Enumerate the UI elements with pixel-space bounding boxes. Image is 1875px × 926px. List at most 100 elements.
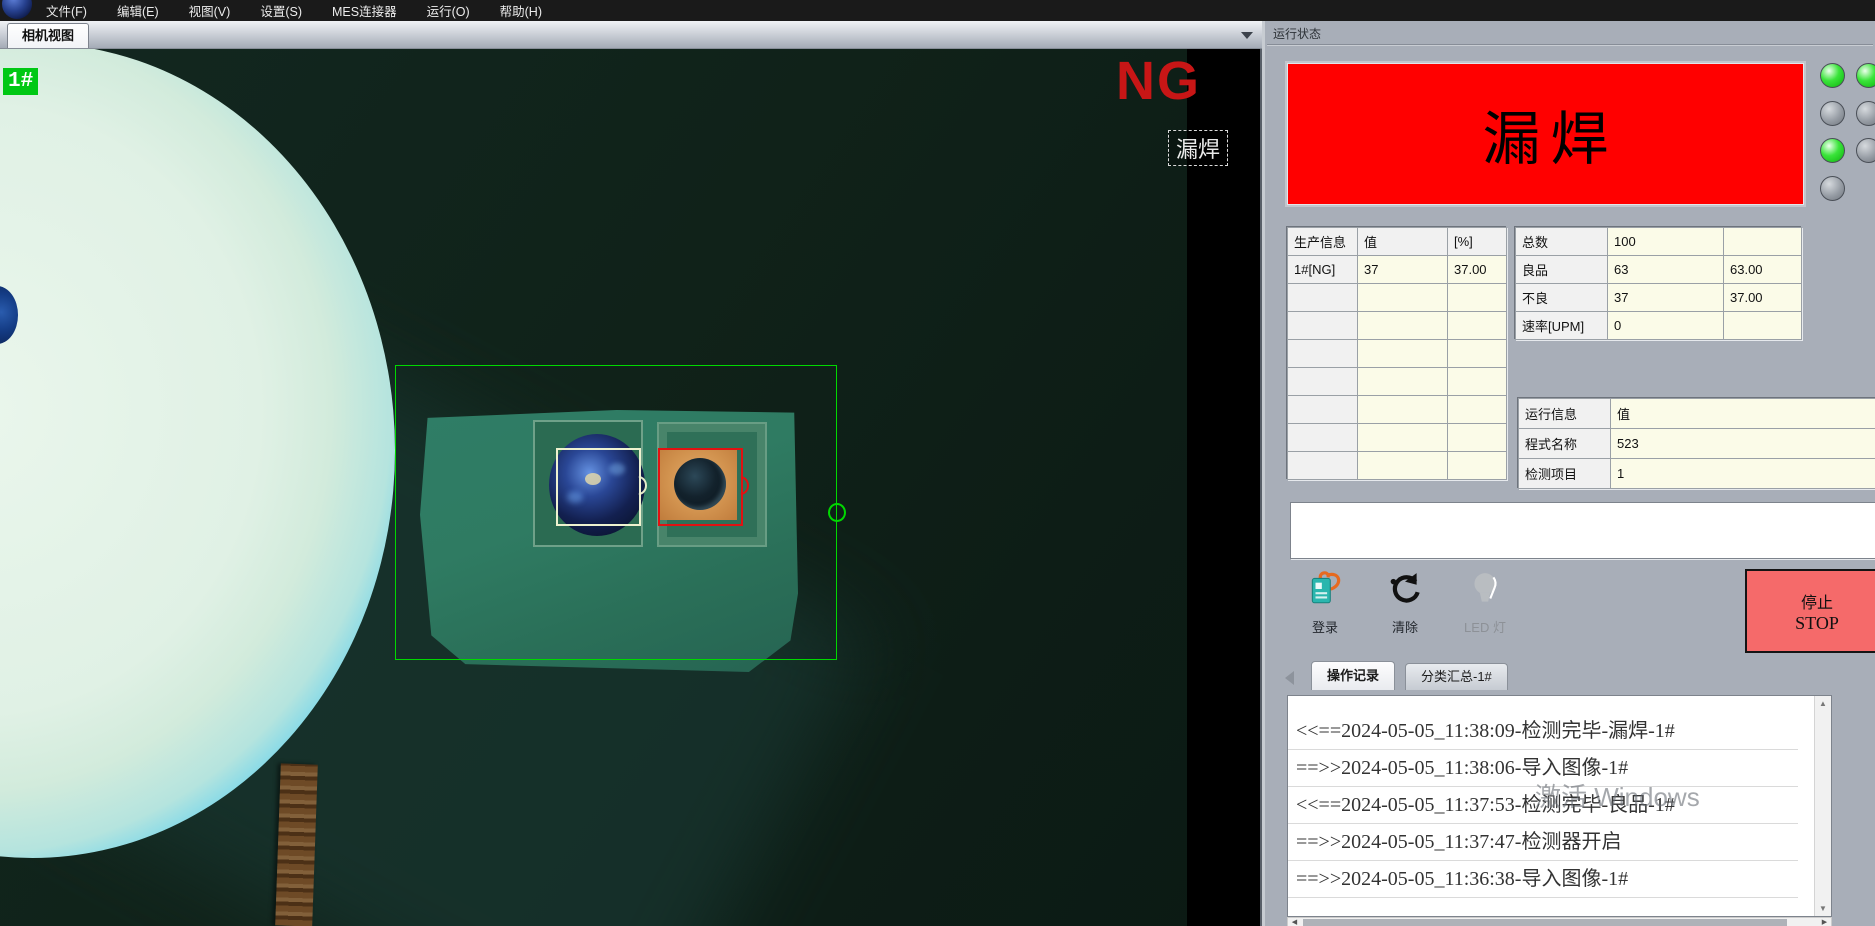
clear-button[interactable]: 清除: [1375, 570, 1435, 636]
login-button[interactable]: 登录: [1295, 570, 1355, 636]
scrollbar-thumb[interactable]: [1303, 919, 1787, 926]
production-table: 生产信息 值 [%] 1#[NG] 37 37.00: [1287, 227, 1507, 480]
menu-help[interactable]: 帮助(H): [500, 1, 542, 20]
led-light-button[interactable]: LED 灯: [1455, 570, 1515, 636]
row-label: [1288, 284, 1358, 312]
stop-label-cn: 停止: [1801, 589, 1833, 613]
led-label: LED 灯: [1455, 617, 1515, 636]
row-label: 速率[UPM]: [1516, 312, 1608, 340]
menu-settings[interactable]: 设置(S): [260, 1, 302, 20]
scroll-left-icon[interactable]: ◀: [1288, 918, 1301, 926]
table-row: 总数 100: [1516, 228, 1802, 256]
cell-percent: [1724, 312, 1802, 340]
table-row: [1288, 368, 1507, 396]
row-label: 总数: [1516, 228, 1608, 256]
table-row: [1288, 452, 1507, 480]
led-indicator: [1856, 101, 1875, 126]
column-header: 运行信息: [1519, 399, 1611, 429]
horizontal-scrollbar[interactable]: ◀ ▶: [1287, 917, 1832, 926]
table-row: [1288, 284, 1507, 312]
carrier-tape-strip: [275, 763, 318, 926]
row-label: [1288, 340, 1358, 368]
stop-button[interactable]: 停止 STOP: [1745, 569, 1875, 653]
tab-class-summary[interactable]: 分类汇总-1#: [1405, 663, 1508, 690]
cell-value: [1358, 340, 1448, 368]
table-row: [1288, 312, 1507, 340]
menu-mes-connector[interactable]: MES连接器: [332, 1, 397, 20]
log-entry: ==>>2024-05-05_11:37:47-检测器开启: [1288, 824, 1798, 861]
vertical-scrollbar[interactable]: ▲ ▼: [1814, 696, 1831, 916]
operation-log-list: <<==2024-05-05_11:38:09-检测完毕-漏焊-1# ==>>2…: [1287, 695, 1832, 917]
panel-title: 运行状态: [1273, 25, 1321, 42]
led-indicator: [1820, 63, 1845, 88]
table-row: [1288, 340, 1507, 368]
stop-label-en: STOP: [1795, 613, 1839, 634]
cell-value: 0: [1608, 312, 1724, 340]
cell-percent: [1448, 396, 1507, 424]
menu-bar: 文件(F) 编辑(E) 视图(V) 设置(S) MES连接器 运行(O) 帮助(…: [0, 0, 1875, 21]
login-badge-icon: [1306, 570, 1344, 608]
led-indicator: [1820, 138, 1845, 163]
scroll-up-icon[interactable]: ▲: [1815, 696, 1831, 711]
chevron-down-icon[interactable]: [1241, 32, 1253, 39]
stats-table: 总数 100 良品 63 63.00 不良 37 37.00 速率[UPM] 0: [1515, 227, 1802, 340]
camera-view: 1# NG 漏焊: [0, 48, 1262, 926]
cell-value: [1358, 424, 1448, 452]
cell-value: [1358, 368, 1448, 396]
cell-value: [1358, 396, 1448, 424]
cell-percent: [1448, 340, 1507, 368]
cell-value: 523: [1611, 429, 1875, 459]
scroll-down-icon[interactable]: ▼: [1815, 901, 1831, 916]
cell-percent: 63.00: [1724, 256, 1802, 284]
led-bulb-icon: [1466, 570, 1504, 608]
row-label: [1288, 396, 1358, 424]
cell-value: [1358, 312, 1448, 340]
login-label: 登录: [1295, 617, 1355, 636]
status-banner-text: 漏焊: [1472, 92, 1618, 176]
camera-index-badge: 1#: [3, 68, 38, 95]
table-row: 检测项目 1: [1519, 459, 1875, 489]
table-row: 1#[NG] 37 37.00: [1288, 256, 1507, 284]
cell-value: 37: [1358, 256, 1448, 284]
menu-file[interactable]: 文件(F): [46, 1, 87, 20]
log-entry: <<==2024-05-05_11:37:53-检测完毕-良品-1#: [1288, 787, 1798, 824]
cell-value: 63: [1608, 256, 1724, 284]
row-label: 1#[NG]: [1288, 256, 1358, 284]
menu-view[interactable]: 视图(V): [189, 1, 231, 20]
cell-percent: [1448, 424, 1507, 452]
scroll-right-icon[interactable]: ▶: [1818, 918, 1831, 926]
table-row: [1288, 424, 1507, 452]
camera-tab-strip: 相机视图: [0, 21, 1262, 49]
column-header: 值: [1358, 228, 1448, 256]
cell-percent: 37.00: [1448, 256, 1507, 284]
led-indicator: [1856, 138, 1875, 163]
cell-percent: [1724, 228, 1802, 256]
defect-label: 漏焊: [1168, 130, 1228, 166]
tab-camera-view[interactable]: 相机视图: [7, 23, 89, 48]
cell-value: [1358, 452, 1448, 480]
menu-edit[interactable]: 编辑(E): [117, 1, 159, 20]
row-label: 不良: [1516, 284, 1608, 312]
log-entry: ==>>2024-05-05_11:36:38-导入图像-1#: [1288, 861, 1798, 898]
tab-operation-log[interactable]: 操作记录: [1311, 661, 1395, 690]
table-row: 良品 63 63.00: [1516, 256, 1802, 284]
row-label: [1288, 312, 1358, 340]
row-label: 良品: [1516, 256, 1608, 284]
cell-value: [1358, 284, 1448, 312]
cell-value: 1: [1611, 459, 1875, 489]
run-status-panel: 运行状态 漏焊 生产信息 值 [%] 1#[NG] 37 37.00: [1265, 21, 1875, 926]
menu-run[interactable]: 运行(O): [427, 1, 470, 20]
roi-rectangle: [395, 365, 837, 660]
panel-splitter[interactable]: [1260, 21, 1265, 926]
row-label: [1288, 368, 1358, 396]
row-label: [1288, 424, 1358, 452]
cell-value: 37: [1608, 284, 1724, 312]
tab-scroll-left-icon[interactable]: [1285, 671, 1294, 685]
clear-refresh-icon: [1386, 570, 1424, 608]
led-indicator: [1820, 101, 1845, 126]
cell-percent: [1448, 284, 1507, 312]
table-row: [1288, 396, 1507, 424]
column-header: [%]: [1448, 228, 1507, 256]
status-banner: 漏焊: [1287, 63, 1804, 205]
log-entry: <<==2024-05-05_11:38:09-检测完毕-漏焊-1#: [1288, 713, 1798, 750]
